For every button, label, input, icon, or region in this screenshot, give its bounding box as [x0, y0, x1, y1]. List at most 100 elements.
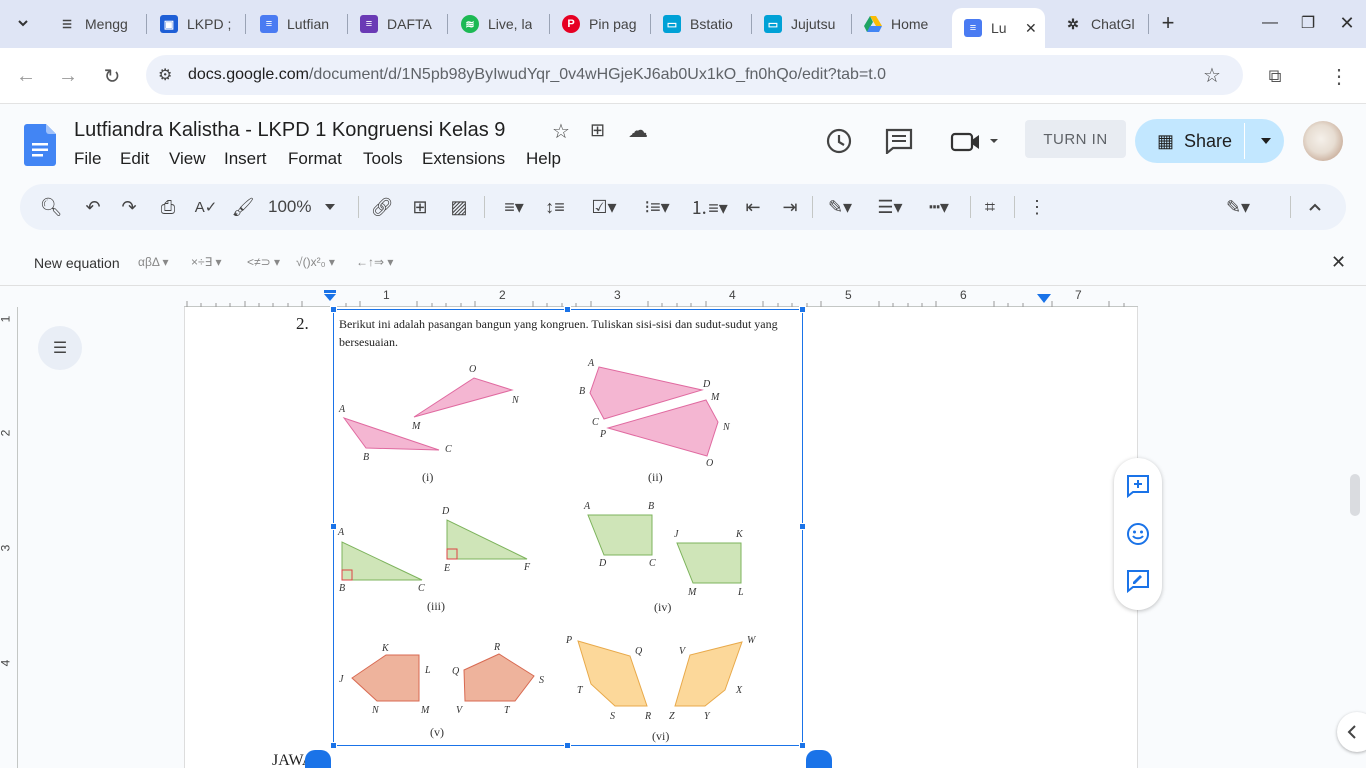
close-window-button[interactable]: ✕ [1332, 8, 1362, 38]
bulleted-list-button[interactable]: ⁝≡▾ [636, 194, 678, 220]
add-comment-icon[interactable] [1126, 474, 1150, 503]
insert-image-button[interactable]: ▨ [446, 194, 472, 220]
new-tab-button[interactable]: + [1153, 8, 1183, 38]
back-button[interactable]: ← [10, 60, 42, 92]
horizontal-ruler[interactable]: 1 2 3 4 5 6 7 [184, 288, 1138, 307]
math-operators-menu[interactable]: √()x²₀ ▾ [296, 255, 335, 269]
resize-handle-top-left[interactable] [330, 306, 337, 313]
zoom-select[interactable]: 100% [268, 194, 348, 220]
redo-button[interactable]: ↷ [116, 194, 142, 220]
comments-icon[interactable] [885, 128, 913, 159]
greek-letters-menu[interactable]: αβΔ ▾ [138, 255, 169, 269]
omnibox[interactable]: ⚙ docs.google.com/document/d/1N5pb98yByI… [146, 55, 1243, 95]
relations-menu[interactable]: <≠⊃ ▾ [247, 255, 280, 269]
spellcheck-button[interactable]: A✓ [193, 194, 219, 220]
share-dropdown-button[interactable] [1247, 119, 1284, 163]
arrows-menu[interactable]: ←↑⇒ ▾ [356, 255, 393, 269]
share-button[interactable]: ▦ Share [1135, 119, 1244, 163]
minimize-button[interactable]: — [1255, 8, 1285, 38]
emoji-reaction-icon[interactable] [1126, 522, 1150, 551]
version-history-icon[interactable] [824, 126, 854, 161]
suggest-edits-icon[interactable] [1126, 569, 1150, 598]
print-button[interactable]: ⎙ [155, 194, 181, 220]
site-info-icon[interactable]: ⚙ [158, 65, 172, 85]
avatar[interactable] [1303, 121, 1343, 161]
search-menus-button[interactable]: 🔍︎ [38, 194, 64, 220]
browser-tab-active[interactable]: ≡ Lu ✕ [952, 8, 1045, 48]
browser-tab-0[interactable]: ☰ Mengg [58, 8, 138, 40]
close-equation-bar-icon[interactable]: ✕ [1331, 252, 1346, 273]
hide-menus-button[interactable] [1302, 194, 1328, 220]
border-color-button[interactable]: ✎▾ [820, 194, 860, 220]
show-outline-button[interactable]: ☰ [38, 326, 82, 370]
outline-list-icon: ☰ [52, 340, 68, 357]
crop-image-button[interactable]: ⌗ [977, 194, 1003, 220]
resize-handle-left[interactable] [330, 523, 337, 530]
increase-indent-button[interactable]: ⇥ [777, 194, 803, 220]
browser-tab-1[interactable]: ▣ LKPD ; [160, 8, 235, 40]
browser-tab-8[interactable]: Home [864, 8, 944, 40]
add-comment-button[interactable]: ⊞ [407, 194, 433, 220]
cloud-status-icon[interactable]: ☁ [628, 118, 648, 143]
misc-operations-menu[interactable]: ×÷∃ ▾ [191, 255, 222, 269]
align-button[interactable]: ≡▾ [494, 194, 534, 220]
url-text[interactable]: docs.google.com/document/d/1N5pb98yByIwu… [188, 66, 886, 84]
vertical-scrollbar-thumb[interactable] [1350, 474, 1360, 516]
browser-tab-7[interactable]: ▭ Jujutsu [764, 8, 839, 40]
bookmark-star-icon[interactable]: ☆ [1203, 63, 1221, 88]
border-weight-button[interactable]: ☰▾ [870, 194, 910, 220]
menu-insert[interactable]: Insert [224, 149, 267, 169]
menu-edit[interactable]: Edit [120, 149, 149, 169]
extensions-button[interactable]: ⧉ [1259, 60, 1291, 92]
new-equation-button[interactable]: New equation [34, 255, 120, 271]
undo-button[interactable]: ↶ [80, 194, 106, 220]
image-options-chip[interactable] [305, 750, 331, 768]
restore-button[interactable]: ❐ [1293, 8, 1323, 38]
browser-tab-4[interactable]: ≋ Live, la [461, 8, 536, 40]
resize-handle-bottom-right[interactable] [799, 742, 806, 749]
browser-tab-2[interactable]: ≡ Lutfian [260, 8, 335, 40]
move-folder-icon[interactable]: ⊞ [590, 120, 605, 141]
forward-button[interactable]: → [52, 60, 84, 92]
resize-handle-top-right[interactable] [799, 306, 806, 313]
vertical-ruler[interactable]: 1 2 3 4 [0, 307, 18, 768]
docs-logo-icon[interactable] [24, 124, 56, 171]
resize-handle-bottom[interactable] [564, 742, 571, 749]
tab-search-button[interactable] [8, 8, 38, 38]
menu-format[interactable]: Format [288, 149, 342, 169]
star-icon[interactable]: ☆ [552, 119, 570, 144]
resize-handle-top[interactable] [564, 306, 571, 313]
numbered-list-button[interactable]: ⒈≡▾ [688, 194, 730, 220]
menu-help[interactable]: Help [526, 149, 561, 169]
menu-extensions[interactable]: Extensions [422, 149, 505, 169]
browser-tab-10[interactable]: ✲ ChatGl [1064, 8, 1139, 40]
resize-handle-right[interactable] [799, 523, 806, 530]
close-tab-icon[interactable]: ✕ [1025, 20, 1037, 37]
browser-tab-6[interactable]: ▭ Bstatio [663, 8, 738, 40]
side-panel-toggle[interactable] [1337, 712, 1366, 752]
menu-view[interactable]: View [169, 149, 206, 169]
selected-image[interactable]: Berikut ini adalah pasangan bangun yang … [333, 309, 803, 746]
menu-tools[interactable]: Tools [363, 149, 403, 169]
menu-file[interactable]: File [74, 149, 101, 169]
vertex-label-e3: E [443, 563, 450, 574]
border-dash-button[interactable]: ┅▾ [918, 194, 960, 220]
browser-tab-3[interactable]: ≡ DAFTA [360, 8, 435, 40]
line-spacing-button[interactable]: ↕≡ [542, 194, 568, 220]
image-options-chip[interactable] [806, 750, 832, 768]
reload-button[interactable]: ↻ [96, 60, 128, 92]
editing-mode-button[interactable]: ✎▾ [1216, 194, 1260, 220]
resize-handle-bottom-left[interactable] [330, 742, 337, 749]
checklist-button[interactable]: ☑▾ [582, 194, 626, 220]
insert-link-button[interactable]: 🔗︎ [369, 194, 395, 220]
chatgpt-icon: ✲ [1067, 15, 1079, 32]
more-options-button[interactable]: ⋮ [1024, 194, 1050, 220]
turn-in-button[interactable]: TURN IN [1025, 120, 1126, 158]
meet-camera-icon[interactable] [950, 131, 1002, 158]
vertex-label-q6: Q [635, 646, 643, 657]
browser-tab-5[interactable]: P Pin pag [562, 8, 637, 40]
browser-menu-button[interactable]: ⋮ [1323, 60, 1355, 92]
decrease-indent-button[interactable]: ⇤ [740, 194, 766, 220]
paint-format-button[interactable]: 🖌︎ [230, 194, 256, 220]
document-title[interactable]: Lutfiandra Kalistha - LKPD 1 Kongruensi … [74, 119, 505, 142]
